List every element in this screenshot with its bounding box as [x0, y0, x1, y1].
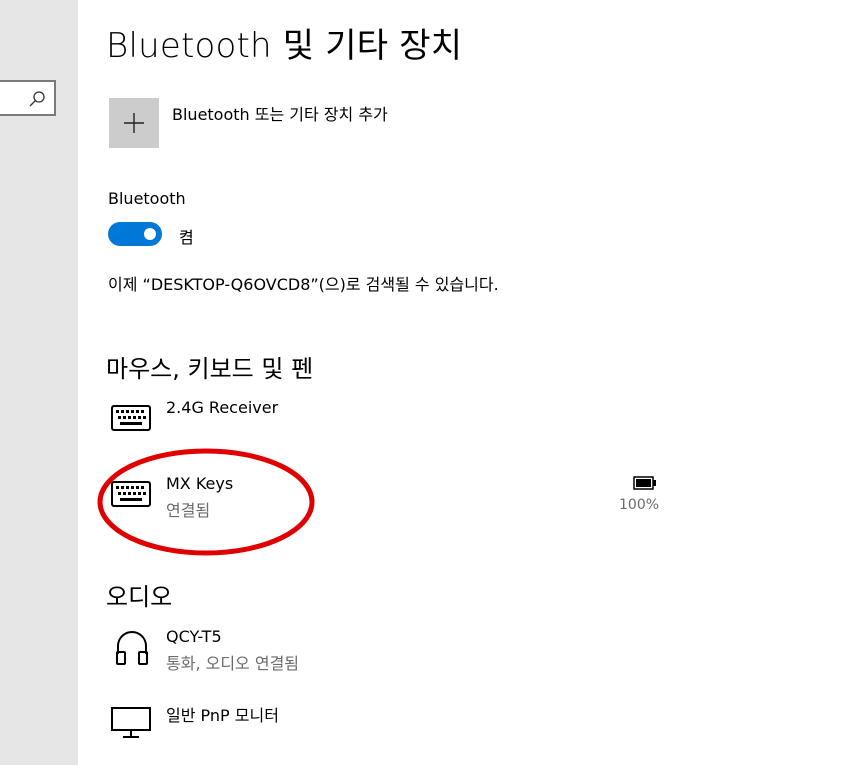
device-status: 연결됨: [166, 501, 211, 520]
monitor-icon: [111, 707, 151, 738]
page-title: Bluetooth 및 기타 장치: [106, 26, 463, 66]
toggle-state-label: 켬: [179, 228, 194, 247]
toggle-knob: [144, 228, 156, 240]
battery-icon: [633, 476, 656, 490]
add-device-label[interactable]: Bluetooth 또는 기타 장치 추가: [172, 101, 388, 125]
device-name[interactable]: 일반 PnP 모니터: [166, 702, 279, 726]
discoverable-text: 이제 “DESKTOP-Q6OVCD8”(으)로 검색될 수 있습니다.: [108, 275, 499, 294]
bluetooth-label: Bluetooth: [108, 189, 186, 208]
headphones-icon: [116, 631, 148, 665]
device-name[interactable]: QCY-T5: [166, 627, 222, 646]
keyboard-icon: [111, 405, 151, 431]
search-icon[interactable]: [28, 90, 46, 108]
bluetooth-toggle[interactable]: [108, 222, 162, 246]
search-box[interactable]: [0, 80, 56, 116]
device-status: 통화, 오디오 연결됨: [166, 654, 300, 673]
section-title-input: 마우스, 키보드 및 펜: [106, 355, 314, 383]
battery-percentage: 100%: [619, 497, 660, 513]
add-device-button[interactable]: [109, 98, 159, 148]
device-name[interactable]: MX Keys: [166, 474, 233, 493]
section-title-audio: 오디오: [106, 583, 173, 611]
device-name[interactable]: 2.4G Receiver: [166, 398, 278, 417]
plus-icon: [124, 113, 144, 133]
keyboard-icon: [111, 481, 151, 507]
sidebar: [0, 0, 78, 765]
